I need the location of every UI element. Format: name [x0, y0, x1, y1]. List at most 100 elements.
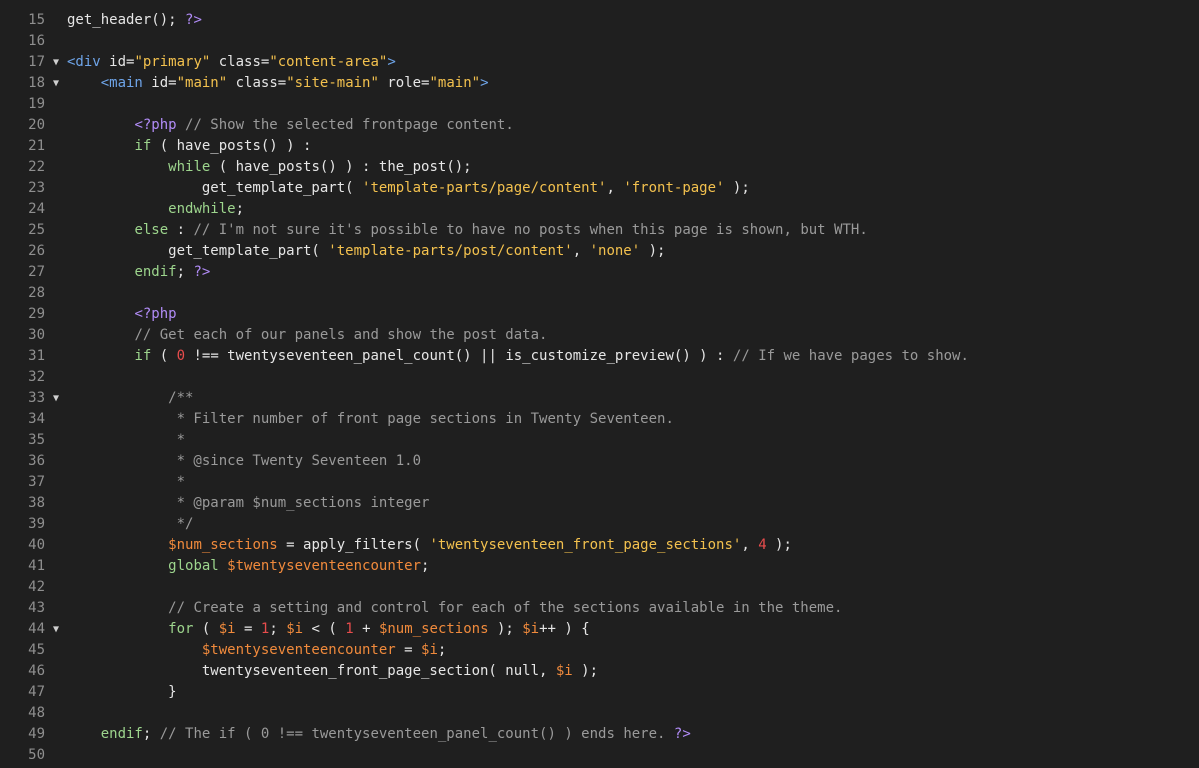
token-var: $i	[421, 642, 438, 658]
code-line[interactable]: 40 $num_sections = apply_filters( 'twent…	[0, 535, 1199, 556]
code-text: else : // I'm not sure it's possible to …	[67, 220, 868, 241]
token-fn: );	[724, 180, 750, 196]
code-text: $twentyseventeencounter = $i;	[67, 640, 446, 661]
token-str: 'front-page'	[623, 180, 725, 196]
code-text: // Create a setting and control for each…	[67, 598, 842, 619]
token-fn	[67, 600, 168, 616]
code-line[interactable]: 25 else : // I'm not sure it's possible …	[0, 220, 1199, 241]
token-fn	[67, 201, 168, 217]
code-line[interactable]: 20 <?php // Show the selected frontpage …	[0, 115, 1199, 136]
code-line[interactable]: 32	[0, 367, 1199, 388]
line-number: 25	[28, 222, 45, 238]
code-line[interactable]: 49 endif; // The if ( 0 !== twentysevent…	[0, 724, 1199, 745]
code-line[interactable]: 41 global $twentyseventeencounter;	[0, 556, 1199, 577]
code-line[interactable]: 29 <?php	[0, 304, 1199, 325]
code-text: * Filter number of front page sections i…	[67, 409, 674, 430]
token-fn	[67, 390, 168, 406]
token-kw: if	[134, 138, 152, 154]
token-str: 'template-parts/post/content'	[328, 243, 573, 259]
token-fn: = apply_filters(	[277, 537, 430, 553]
code-text: while ( have_posts() ) : the_post();	[67, 157, 471, 178]
fold-arrow-icon[interactable]: ▼	[50, 388, 62, 409]
code-line[interactable]: 16	[0, 31, 1199, 52]
code-line[interactable]: 33 ▼ /**	[0, 388, 1199, 409]
code-line[interactable]: 35 *	[0, 430, 1199, 451]
code-line[interactable]: 19	[0, 94, 1199, 115]
token-kw: if	[134, 348, 152, 364]
fold-arrow-icon[interactable]: ▼	[50, 73, 62, 94]
code-line[interactable]: 22 while ( have_posts() ) : the_post();	[0, 157, 1199, 178]
line-number: 44	[28, 621, 45, 637]
token-cmt: /**	[168, 390, 194, 406]
code-line[interactable]: 37 *	[0, 472, 1199, 493]
token-attr: id=	[151, 75, 177, 91]
line-number: 47	[28, 684, 45, 700]
token-kw: endif	[100, 726, 143, 742]
code-line[interactable]: 26 get_template_part( 'template-parts/po…	[0, 241, 1199, 262]
token-fn	[67, 306, 134, 322]
token-fn: );	[572, 663, 599, 679]
code-line[interactable]: 36 * @since Twenty Seventeen 1.0	[0, 451, 1199, 472]
code-line[interactable]: 34 * Filter number of front page section…	[0, 409, 1199, 430]
token-fn	[67, 516, 177, 532]
token-fn: ;	[437, 642, 447, 658]
token-var: $num_sections	[378, 621, 489, 637]
code-line[interactable]: 44 ▼ for ( $i = 1; $i < ( 1 + $num_sectio…	[0, 619, 1199, 640]
code-line[interactable]: 24 endwhile;	[0, 199, 1199, 220]
code-line[interactable]: 17 ▼ <div id="primary" class="content-area…	[0, 52, 1199, 73]
code-line[interactable]: 27 endif; ?>	[0, 262, 1199, 283]
fold-arrow-icon[interactable]: ▼	[50, 619, 62, 640]
token-fn: ,	[741, 537, 759, 553]
line-number: 33	[28, 390, 45, 406]
token-tag: >	[480, 75, 489, 91]
token-fn	[67, 117, 134, 133]
line-number: 43	[28, 600, 45, 616]
token-str: 'twentyseventeen_front_page_sections'	[429, 537, 742, 553]
line-number: 21	[28, 138, 45, 154]
token-fn	[67, 474, 177, 490]
token-fn: +	[353, 621, 379, 637]
code-line[interactable]: 15 get_header(); ?>	[0, 10, 1199, 31]
line-number: 23	[28, 180, 45, 196]
code-line[interactable]: 50	[0, 745, 1199, 766]
token-str: "primary"	[134, 54, 211, 70]
code-line[interactable]: 39 */	[0, 514, 1199, 535]
token-cmt: // I'm not sure it's possible to have no…	[193, 222, 868, 238]
code-line[interactable]: 28	[0, 283, 1199, 304]
fold-arrow-icon[interactable]: ▼	[50, 52, 62, 73]
line-number: 29	[28, 306, 45, 322]
token-php: ?>	[673, 726, 691, 742]
code-line[interactable]: 42	[0, 577, 1199, 598]
code-line[interactable]: 21 if ( have_posts() ) :	[0, 136, 1199, 157]
token-fn	[67, 495, 177, 511]
token-kw: endif	[134, 264, 177, 280]
token-fn	[67, 159, 168, 175]
token-kw: endwhile	[168, 201, 236, 217]
line-number: 18	[28, 75, 45, 91]
code-line[interactable]: 38 * @param $num_sections integer	[0, 493, 1199, 514]
token-fn: ;	[269, 621, 287, 637]
code-line[interactable]: 31 if ( 0 !== twentyseventeen_panel_coun…	[0, 346, 1199, 367]
code-line[interactable]: 30 // Get each of our panels and show th…	[0, 325, 1199, 346]
token-fn	[67, 558, 168, 574]
token-cmt: // Show the selected frontpage content.	[176, 117, 514, 133]
code-line[interactable]: 48	[0, 703, 1199, 724]
token-php: <?php	[134, 117, 177, 133]
token-str: "site-main"	[286, 75, 379, 91]
code-text: global $twentyseventeencounter;	[67, 556, 429, 577]
token-var: $i	[555, 663, 573, 679]
code-line[interactable]: 46 twentyseventeen_front_page_section( n…	[0, 661, 1199, 682]
code-editor[interactable]: 15 get_header(); ?> 16 17 ▼ <div id="primary"…	[0, 0, 1199, 768]
token-kw: for	[168, 621, 194, 637]
code-line[interactable]: 23 get_template_part( 'template-parts/pa…	[0, 178, 1199, 199]
token-php: ?>	[193, 264, 211, 280]
token-var: $twentyseventeencounter	[227, 558, 422, 574]
code-line[interactable]: 45 $twentyseventeencounter = $i;	[0, 640, 1199, 661]
code-line[interactable]: 18 ▼ <main id="main" class="site-main" ro…	[0, 73, 1199, 94]
line-number: 17	[28, 54, 45, 70]
token-fn: ++ ) {	[539, 621, 590, 637]
code-line[interactable]: 43 // Create a setting and control for e…	[0, 598, 1199, 619]
token-fn: ;	[235, 201, 245, 217]
token-fn	[67, 726, 101, 742]
code-line[interactable]: 47 }	[0, 682, 1199, 703]
